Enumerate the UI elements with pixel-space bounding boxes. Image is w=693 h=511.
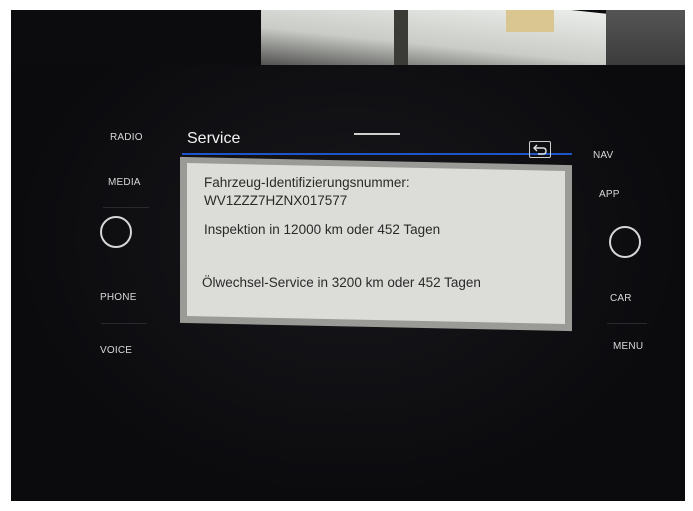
car-button[interactable]: CAR [610, 293, 632, 304]
app-button[interactable]: APP [599, 189, 620, 200]
photo-frame: RADIO MEDIA PHONE VOICE NAV APP CAR MENU… [11, 10, 685, 501]
header-accent-line [182, 153, 572, 155]
tune-knob[interactable] [609, 226, 641, 258]
nav-button[interactable]: NAV [593, 150, 613, 161]
voice-button[interactable]: VOICE [100, 345, 132, 356]
volume-knob[interactable] [100, 216, 132, 248]
vin-value: WV1ZZZ7HZNX017577 [204, 193, 348, 208]
inspection-info: Inspektion in 12000 km oder 452 Tagen [204, 222, 441, 237]
screen-header: Service [182, 130, 568, 154]
media-button[interactable]: MEDIA [108, 177, 141, 188]
oil-service-info: Ölwechsel-Service in 3200 km oder 452 Ta… [202, 275, 481, 290]
phone-button[interactable]: PHONE [100, 292, 137, 303]
background-sign [506, 10, 554, 32]
menu-button[interactable]: MENU [613, 341, 643, 352]
right-separator [607, 323, 647, 324]
screen-title: Service [187, 130, 241, 147]
left-separator [103, 207, 149, 208]
vin-label: Fahrzeug-Identifizierungsnummer: [204, 175, 410, 190]
radio-button[interactable]: RADIO [110, 132, 143, 143]
back-button[interactable] [529, 141, 551, 158]
left-separator-2 [101, 323, 147, 324]
back-arrow-icon [533, 144, 547, 155]
